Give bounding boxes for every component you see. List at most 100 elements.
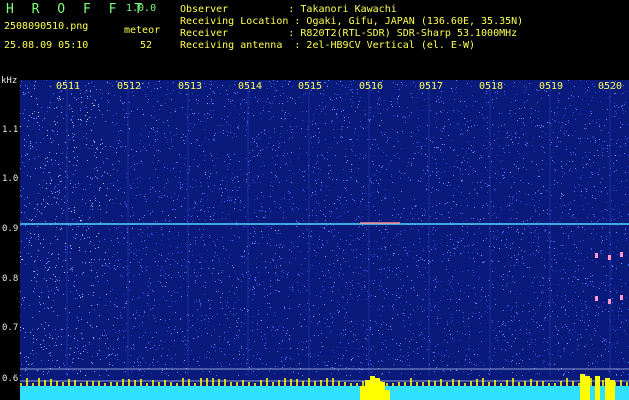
level-spike [200,378,202,386]
date-time: 25.08.09 05:10 [4,40,89,51]
level-spike [230,382,232,386]
level-baseline [20,386,629,400]
level-spike [146,383,148,386]
receiver-line: Receiver : R820T2(RTL-SDR) SDR-Sharp 53.… [180,28,518,39]
level-spike [122,379,124,386]
level-spike [338,381,340,386]
level-spike [188,379,190,386]
level-spike [458,380,460,386]
x-tick-label: 0515 [298,81,323,92]
x-tick-label: 0513 [178,81,203,92]
x-tick-label: 0516 [359,81,384,92]
observer-line: Observer : Takanori Kawachi [180,4,397,15]
y-tick-label: 0.9 [2,224,19,234]
level-spike [320,380,322,386]
level-spike [170,382,172,386]
y-axis-unit: kHz [1,76,18,86]
level-spike [98,381,100,386]
level-spike [242,380,244,386]
level-spike [596,379,598,386]
level-peak [370,376,375,400]
level-spike [332,378,334,386]
level-spike [158,382,160,386]
y-tick-label: 1.1 [2,125,19,135]
level-spike [566,378,568,386]
level-spike [350,383,352,386]
level-spike [578,383,580,386]
level-spike [326,378,328,386]
level-spike [164,380,166,386]
level-spike [260,380,262,386]
level-spike [80,383,82,386]
level-spike [572,381,574,386]
level-spike [140,379,142,386]
level-spike [452,379,454,386]
level-spike [542,381,544,386]
level-spike [182,378,184,386]
header: H R O F F T 1.0.0 2508090510.png meteor … [0,0,629,86]
level-spike [50,379,52,386]
level-spike [626,382,628,386]
level-spike [368,382,370,386]
level-spike [62,382,64,386]
level-spike [74,380,76,386]
level-spike [194,383,196,386]
level-spike [482,378,484,386]
level-spike [428,380,430,386]
y-tick-label: 0.8 [2,274,19,284]
level-spike [434,381,436,386]
level-spike [494,380,496,386]
level-spike [524,381,526,386]
level-spike [476,379,478,386]
level-spike [302,381,304,386]
level-spike [218,379,220,386]
level-spike [464,383,466,386]
x-tick-label: 0520 [598,81,623,92]
level-spike [254,383,256,386]
x-tick-label: 0512 [117,81,142,92]
level-spike [602,380,604,386]
echo-dot [595,253,598,258]
y-tick-label: 0.6 [2,374,19,384]
level-spike [176,383,178,386]
level-spike [152,380,154,386]
level-spike [608,379,610,386]
level-spike [344,382,346,386]
level-spike [500,383,502,386]
level-spike [392,383,394,386]
level-spike [620,380,622,386]
echo-dot [608,299,611,304]
echo-dot [620,295,623,300]
level-spike [440,379,442,386]
x-tick-label: 0517 [419,81,444,92]
antenna-line: Receiving antenna : 2el-HB9CV Vertical (… [180,40,476,51]
level-spike [386,383,388,386]
level-spike [470,381,472,386]
level-spike [266,378,268,386]
level-spike [356,383,358,386]
level-spike [56,381,58,386]
level-spike [116,382,118,386]
level-spike [38,378,40,386]
echo-dot [595,296,598,301]
level-spike [614,382,616,386]
level-spike [68,379,70,386]
level-spike [584,383,586,386]
level-spike [362,381,364,386]
level-spike [590,378,592,386]
level-spike [224,379,226,386]
level-spike [248,382,250,386]
level-spike [398,382,400,386]
x-tick-label: 0511 [56,81,81,92]
level-spike [110,382,112,386]
level-spike [488,382,490,386]
spectrogram [20,80,629,400]
level-spike [44,380,46,386]
echo-dot [608,255,611,260]
level-spike [128,379,130,386]
level-spike [446,382,448,386]
meteor-label: meteor [124,25,161,36]
level-spike [284,378,286,386]
level-spike [290,379,292,386]
level-spike [548,383,550,386]
